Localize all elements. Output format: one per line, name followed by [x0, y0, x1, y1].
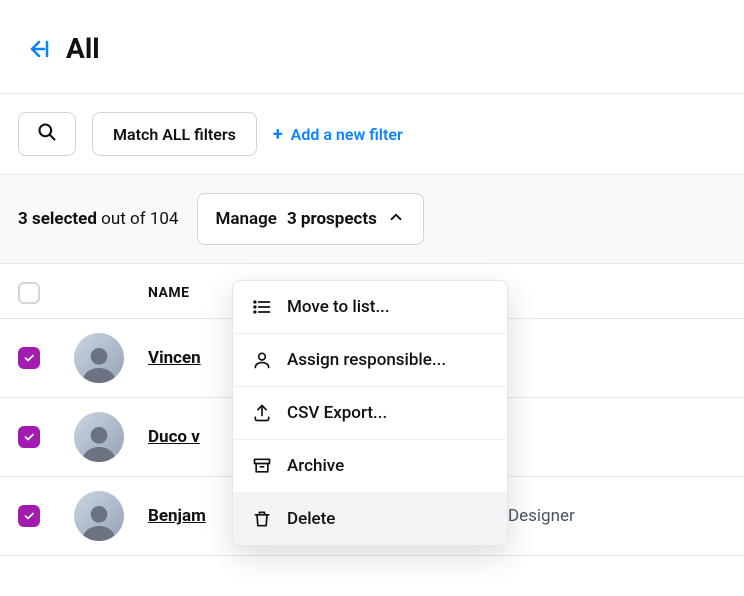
add-filter-button[interactable]: + Add a new filter: [273, 124, 403, 145]
prospect-name-link[interactable]: Vincen: [148, 348, 201, 368]
select-all-checkbox[interactable]: [18, 282, 40, 304]
selection-bar: 3 selected out of 104 Manage 3 prospects: [0, 174, 744, 264]
manage-prospects-button[interactable]: Manage 3 prospects: [197, 193, 424, 245]
menu-assign-responsible[interactable]: Assign responsible...: [233, 333, 507, 386]
match-filters-label: Match ALL filters: [113, 125, 236, 144]
chevron-up-icon: [387, 208, 405, 231]
manage-dropdown: Move to list... Assign responsible... CS…: [232, 280, 508, 546]
avatar: [74, 412, 124, 462]
menu-move-to-list[interactable]: Move to list...: [233, 281, 507, 333]
avatar: [74, 491, 124, 541]
row-checkbox[interactable]: [18, 426, 40, 448]
list-icon: [251, 297, 273, 317]
add-filter-label: Add a new filter: [291, 125, 403, 144]
menu-label: Assign responsible...: [287, 350, 446, 370]
manage-prefix: Manage: [216, 209, 277, 229]
menu-label: CSV Export...: [287, 403, 387, 423]
row-checkbox[interactable]: [18, 347, 40, 369]
selection-strong: 3 selected: [18, 209, 97, 229]
column-name: NAME: [148, 285, 190, 301]
prospect-name-link[interactable]: Benjam: [148, 506, 206, 526]
prospect-name-link[interactable]: Duco v: [148, 427, 200, 447]
manage-count: 3 prospects: [287, 209, 377, 229]
search-button[interactable]: [18, 112, 76, 156]
filter-bar: Match ALL filters + Add a new filter: [0, 94, 744, 174]
archive-icon: [251, 456, 273, 476]
plus-icon: +: [273, 124, 283, 145]
row-checkbox[interactable]: [18, 505, 40, 527]
match-filters-button[interactable]: Match ALL filters: [92, 112, 257, 156]
menu-csv-export[interactable]: CSV Export...: [233, 386, 507, 439]
menu-delete[interactable]: Delete: [233, 492, 507, 545]
export-icon: [251, 403, 273, 423]
menu-label: Move to list...: [287, 297, 390, 317]
menu-label: Archive: [287, 456, 344, 476]
page-header: All: [0, 0, 744, 93]
back-icon[interactable]: [28, 37, 52, 61]
trash-icon: [251, 509, 273, 529]
menu-label: Delete: [287, 509, 335, 529]
search-icon: [37, 122, 57, 146]
page-title: All: [66, 32, 100, 65]
selection-total: out of 104: [101, 209, 178, 229]
avatar: [74, 333, 124, 383]
selection-count: 3 selected out of 104: [18, 209, 179, 229]
user-icon: [251, 350, 273, 370]
menu-archive[interactable]: Archive: [233, 439, 507, 492]
